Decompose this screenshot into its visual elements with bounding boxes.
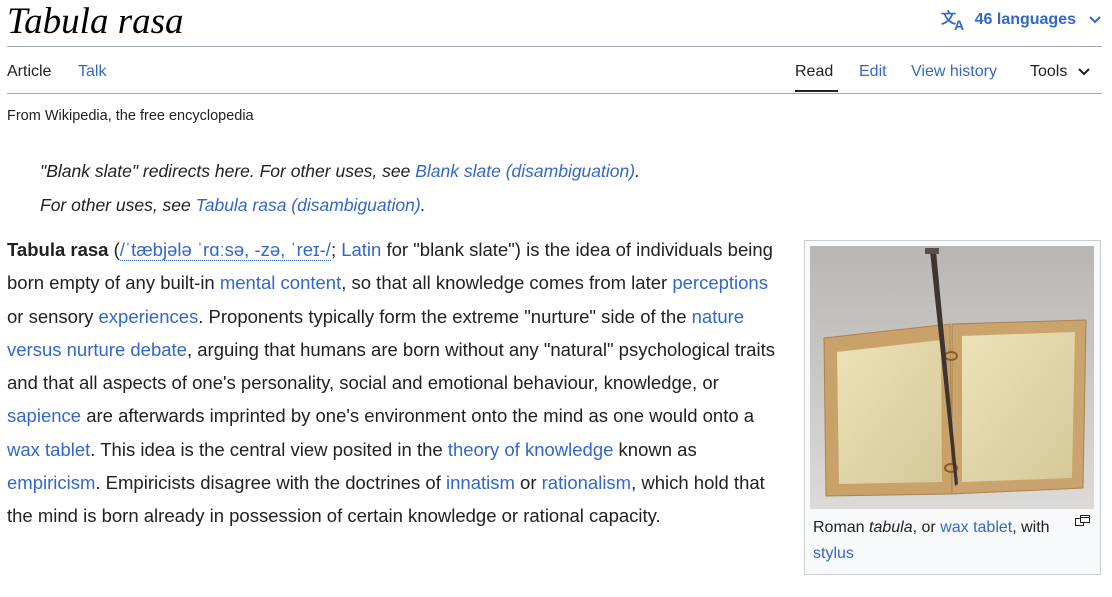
- link-theory-of-knowledge[interactable]: theory of knowledge: [448, 439, 614, 460]
- link-blank-slate-disambiguation[interactable]: Blank slate (disambiguation): [415, 161, 635, 181]
- link-empiricism[interactable]: empiricism: [7, 472, 95, 493]
- link-stylus[interactable]: stylus: [813, 545, 854, 562]
- text: (: [108, 239, 120, 260]
- link-sapience[interactable]: sapience: [7, 405, 81, 426]
- ipa-pronunciation[interactable]: /ˈtæbjələ ˈrɑːsə, -zə, ˈreɪ-/: [119, 239, 331, 261]
- svg-text:A: A: [954, 17, 964, 31]
- text: , so that all knowledge comes from later: [341, 272, 673, 294]
- language-button[interactable]: 文 A 46 languages: [941, 8, 1102, 32]
- page-title: Tabula rasa: [7, 1, 184, 42]
- bold-term: Tabula rasa: [7, 239, 109, 260]
- enlarge-icon[interactable]: [1075, 515, 1090, 526]
- lead-paragraph: Tabula rasa (/ˈtæbjələ ˈrɑːsə, -zə, ˈreɪ…: [7, 233, 782, 533]
- title-bar: Tabula rasa 文 A 46 languages: [7, 0, 1102, 47]
- text: known as: [613, 438, 697, 460]
- figure-caption: Roman tabula, or wax tablet, with stylus: [813, 515, 1063, 567]
- text: . Proponents typically form the extreme …: [198, 305, 692, 327]
- link-wax-tablet-caption[interactable]: wax tablet: [940, 519, 1012, 536]
- tools-label: Tools: [1030, 63, 1068, 80]
- link-mental-content[interactable]: mental content: [220, 272, 341, 293]
- link-experiences[interactable]: experiences: [99, 306, 199, 327]
- tab-view-history[interactable]: View history: [911, 62, 997, 82]
- caption-italic: tabula: [869, 519, 913, 536]
- wax-tablet-image[interactable]: [810, 246, 1094, 509]
- chevron-down-icon: [1088, 15, 1102, 25]
- hatnote-tabula-rasa: For other uses, see Tabula rasa (disambi…: [40, 193, 426, 217]
- link-perceptions[interactable]: perceptions: [672, 272, 768, 293]
- translate-icon: 文 A: [941, 9, 967, 31]
- hatnote-text: "Blank slate" redirects here. For other …: [40, 161, 416, 181]
- text: or sensory: [7, 305, 99, 327]
- tab-article[interactable]: Article: [7, 62, 51, 82]
- hatnote-text: For other uses, see: [40, 195, 196, 215]
- chevron-down-icon: [1077, 67, 1091, 77]
- tab-edit[interactable]: Edit: [859, 62, 887, 82]
- caption-text: Roman: [813, 519, 870, 536]
- link-innatism[interactable]: innatism: [446, 472, 515, 493]
- tab-talk[interactable]: Talk: [78, 62, 106, 82]
- link-rationalism[interactable]: rationalism: [542, 472, 631, 493]
- hatnote-text: .: [635, 161, 640, 181]
- selected-tab-indicator: [795, 90, 838, 92]
- text: are afterwards imprinted by one's enviro…: [81, 405, 755, 427]
- page-tabs: Article Talk Read Edit View history Tool…: [7, 46, 1102, 94]
- text: ;: [330, 239, 342, 260]
- text: or: [514, 472, 542, 494]
- link-wax-tablet[interactable]: wax tablet: [7, 439, 90, 460]
- tab-read[interactable]: Read: [795, 62, 833, 82]
- site-tagline: From Wikipedia, the free encyclopedia: [7, 108, 254, 124]
- figure-thumbnail: Roman tabula, or wax tablet, with stylus: [804, 240, 1101, 575]
- hatnote-blank-slate: "Blank slate" redirects here. For other …: [40, 159, 640, 183]
- link-latin[interactable]: Latin: [341, 239, 381, 260]
- caption-text: , with: [1012, 519, 1050, 536]
- link-tabula-rasa-disambiguation[interactable]: Tabula rasa (disambiguation): [196, 195, 421, 215]
- hatnote-text: .: [420, 195, 426, 215]
- language-count: 46 languages: [974, 11, 1076, 28]
- text: . This idea is the central view posited …: [90, 438, 448, 460]
- tools-menu[interactable]: Tools: [1030, 62, 1091, 82]
- text: . Empiricists disagree with the doctrine…: [95, 472, 447, 494]
- caption-text: , or: [912, 519, 941, 536]
